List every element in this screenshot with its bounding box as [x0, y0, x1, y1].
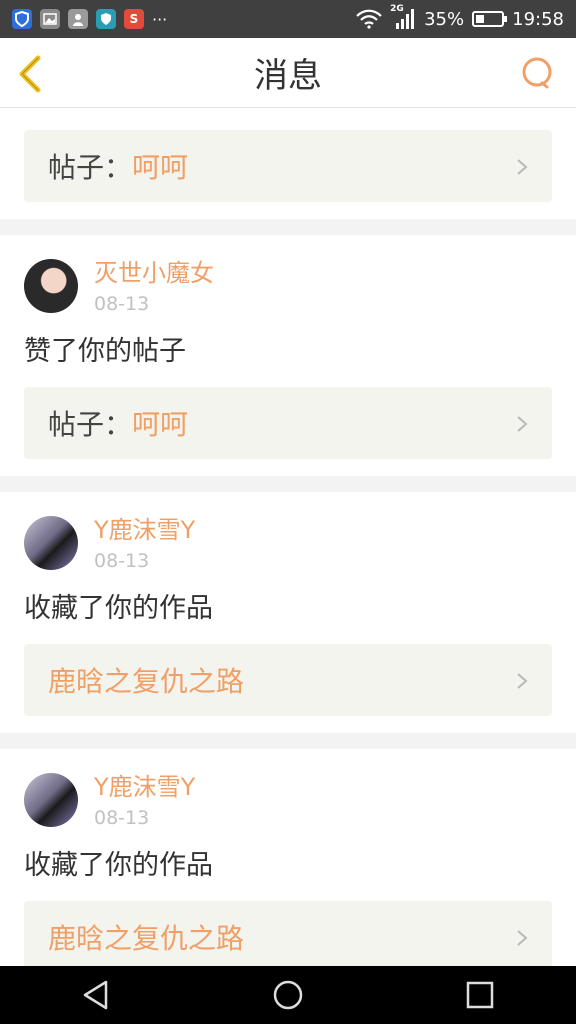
signal-icon: 2G	[390, 4, 416, 30]
contact-icon	[68, 9, 88, 29]
clock: 19:58	[512, 8, 564, 30]
message-user: 灭世小魔女 08-13	[24, 235, 552, 317]
message-card: Y鹿沫雪Y 08-13 收藏了你的作品 鹿晗之复仇之路	[0, 492, 576, 733]
chevron-right-icon	[517, 416, 528, 432]
action-text: 赞了你的帖子	[24, 336, 186, 367]
chevron-right-icon	[517, 673, 528, 689]
chevron-left-icon	[19, 55, 41, 93]
message-date: 08-13	[94, 807, 150, 829]
username[interactable]: 灭世小魔女	[94, 257, 214, 289]
avatar[interactable]	[24, 516, 78, 570]
more-notifications-text: ···	[152, 9, 168, 29]
back-button[interactable]	[14, 54, 50, 94]
avatar[interactable]	[24, 259, 78, 313]
circle-home-icon	[273, 980, 303, 1010]
triangle-back-icon	[83, 980, 108, 1010]
shield-icon	[12, 9, 32, 29]
page-title: 消息	[254, 56, 322, 96]
image-icon	[40, 9, 60, 29]
chevron-right-icon	[517, 159, 528, 175]
wifi-icon	[356, 9, 382, 29]
message-user: Y鹿沫雪Y 08-13	[24, 749, 552, 831]
action-text: 收藏了你的作品	[24, 593, 213, 624]
ref-title: 鹿晗之复仇之路	[48, 922, 245, 955]
message-date: 08-13	[94, 293, 150, 315]
message-card: 帖子： 呵呵	[0, 108, 576, 219]
search-icon	[522, 57, 552, 89]
battery-level	[476, 15, 485, 23]
username[interactable]: Y鹿沫雪Y	[94, 514, 195, 546]
nav-back-button[interactable]	[76, 975, 116, 1015]
security-icon	[96, 9, 116, 29]
status-bar: S ··· 2G 35% 19:58	[0, 0, 576, 38]
username[interactable]: Y鹿沫雪Y	[94, 771, 195, 803]
referenced-work[interactable]: 鹿晗之复仇之路	[24, 901, 552, 966]
message-card: 灭世小魔女 08-13 赞了你的帖子 帖子： 呵呵	[0, 235, 576, 476]
referenced-work[interactable]: 鹿晗之复仇之路	[24, 644, 552, 716]
battery-percent: 35%	[424, 8, 465, 30]
ref-title: 呵呵	[132, 151, 189, 184]
avatar[interactable]	[24, 773, 78, 827]
action-text: 收藏了你的作品	[24, 850, 213, 881]
message-card: Y鹿沫雪Y 08-13 收藏了你的作品 鹿晗之复仇之路	[0, 749, 576, 966]
header: 消息	[0, 38, 576, 108]
app-s-icon: S	[124, 9, 144, 29]
message-date: 08-13	[94, 550, 150, 572]
message-user: Y鹿沫雪Y 08-13	[24, 492, 552, 574]
referenced-post[interactable]: 帖子： 呵呵	[24, 130, 552, 202]
chevron-right-icon	[517, 930, 528, 946]
ref-prefix: 帖子：	[48, 151, 133, 184]
message-list[interactable]: 帖子： 呵呵 灭世小魔女 08-13 赞了你的帖子 帖子： 呵呵 Y鹿沫雪Y 0…	[0, 108, 576, 966]
ref-title: 呵呵	[132, 408, 189, 441]
referenced-post[interactable]: 帖子： 呵呵	[24, 387, 552, 459]
status-right: 2G 35% 19:58	[356, 4, 564, 30]
square-recents-icon	[466, 981, 494, 1009]
nav-recents-button[interactable]	[460, 975, 500, 1015]
system-nav-bar	[0, 966, 576, 1024]
search-button[interactable]	[520, 56, 554, 90]
nav-home-button[interactable]	[268, 975, 308, 1015]
battery-icon	[472, 11, 508, 27]
ref-title: 鹿晗之复仇之路	[48, 665, 245, 698]
ref-prefix: 帖子：	[48, 408, 133, 441]
status-left-icons: S ···	[12, 9, 167, 29]
